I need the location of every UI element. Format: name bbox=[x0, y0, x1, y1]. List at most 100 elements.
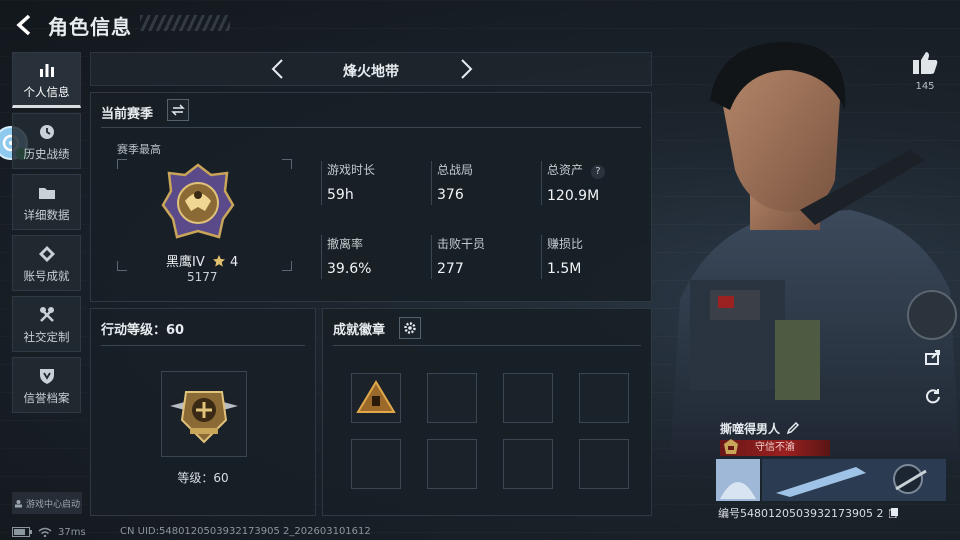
nav-item-achievements[interactable]: 账号成就 bbox=[12, 235, 81, 291]
back-button[interactable] bbox=[12, 12, 38, 38]
achievement-settings-button[interactable] bbox=[399, 317, 421, 339]
achievement-slot[interactable] bbox=[351, 373, 401, 423]
wifi-icon bbox=[38, 527, 52, 537]
shield-icon bbox=[36, 365, 58, 387]
switch-season-button[interactable] bbox=[167, 99, 189, 121]
stat-label: 击败干员 bbox=[437, 237, 486, 251]
player-card-banner bbox=[716, 459, 946, 501]
copy-icon[interactable] bbox=[888, 507, 899, 519]
nav-label: 社交定制 bbox=[23, 329, 70, 344]
share-button[interactable] bbox=[920, 344, 946, 370]
game-center-launch-button[interactable]: 游戏中心启动 bbox=[12, 492, 82, 514]
achievement-slot[interactable] bbox=[427, 439, 477, 489]
side-nav: 个人信息 历史战绩 详细数据 账号成就 社交定制 信誉档案 bbox=[12, 52, 82, 418]
achievement-slot[interactable] bbox=[579, 439, 629, 489]
nav-label: 详细数据 bbox=[23, 207, 70, 222]
stat-value: 39.6% bbox=[327, 261, 372, 277]
action-level-header: 行动等级：60 bbox=[101, 323, 185, 338]
stat-extract-rate: 撤离率 39.6% bbox=[327, 235, 427, 277]
achievement-slot[interactable] bbox=[503, 439, 553, 489]
stat-label: 赚损比 bbox=[547, 237, 584, 251]
divider bbox=[101, 345, 305, 346]
divider bbox=[431, 235, 432, 279]
level-badge-frame bbox=[161, 371, 247, 457]
cn-uid: CN UID:5480120503932173905 2_20260310161… bbox=[120, 526, 371, 537]
player-uid: 编号5480120503932173905 2 bbox=[718, 507, 884, 520]
season-panel: 当前赛季 赛季最高 黑鹰IV 4 5177 游戏时长 59h 总战局 376 总… bbox=[90, 92, 652, 302]
ping-value: 37ms bbox=[58, 526, 86, 538]
season-header: 当前赛季 bbox=[101, 107, 154, 122]
player-name: 撕噬得男人 bbox=[720, 422, 781, 436]
page-title: 角色信息 bbox=[48, 15, 132, 39]
tools-icon bbox=[36, 304, 58, 326]
nav-item-history[interactable]: 历史战绩 bbox=[12, 113, 81, 169]
status-bar: 37ms bbox=[12, 524, 86, 540]
chevron-right-icon bbox=[461, 59, 473, 79]
nav-item-credit-archive[interactable]: 信誉档案 bbox=[12, 357, 81, 413]
mode-next-button[interactable] bbox=[453, 57, 477, 81]
like-count: 145 bbox=[915, 81, 935, 92]
diamond-icon bbox=[36, 243, 58, 265]
gear-icon bbox=[404, 322, 416, 334]
stat-value: 120.9M bbox=[547, 188, 600, 204]
achievement-badge-icon bbox=[356, 380, 396, 413]
nav-item-social-custom[interactable]: 社交定制 bbox=[12, 296, 81, 352]
player-title: 守信不渝 bbox=[755, 442, 795, 453]
divider bbox=[333, 345, 641, 346]
help-icon[interactable]: ? bbox=[590, 165, 605, 179]
top-bar: 角色信息 bbox=[0, 0, 600, 50]
stat-total-assets: 总资产 ? 120.9M bbox=[547, 161, 647, 204]
achievement-slot[interactable] bbox=[427, 373, 477, 423]
rank-badge-icon bbox=[161, 163, 235, 239]
achievement-slot[interactable] bbox=[351, 439, 401, 489]
stat-play-time: 游戏时长 59h bbox=[327, 161, 427, 203]
nav-label: 信誉档案 bbox=[23, 390, 70, 405]
game-center-label: 游戏中心启动 bbox=[25, 499, 80, 510]
stat-label: 总资产 bbox=[547, 163, 584, 177]
level-text: 等级：60 bbox=[177, 471, 229, 485]
player-uid-row: 编号5480120503932173905 2 bbox=[718, 505, 899, 521]
edit-name-button[interactable] bbox=[786, 420, 800, 435]
chevron-left-icon bbox=[16, 14, 31, 36]
stat-value: 376 bbox=[437, 187, 464, 203]
like-button[interactable] bbox=[910, 50, 940, 76]
refresh-button[interactable] bbox=[920, 383, 946, 409]
mode-selector: 烽火地带 bbox=[90, 52, 652, 86]
achievement-slot[interactable] bbox=[503, 373, 553, 423]
action-level-panel: 行动等级：60 等级：60 bbox=[90, 308, 316, 516]
stat-label-row: 总资产 ? bbox=[547, 161, 647, 179]
achievements-panel: 成就徽章 bbox=[322, 308, 652, 516]
nav-label: 账号成就 bbox=[23, 268, 70, 283]
battery-icon bbox=[12, 527, 32, 537]
achievement-slot[interactable] bbox=[579, 373, 629, 423]
achievements-header: 成就徽章 bbox=[333, 323, 386, 338]
frame-corner bbox=[282, 261, 292, 271]
swap-icon bbox=[171, 104, 185, 116]
divider bbox=[541, 161, 542, 205]
nav-item-detailed-data[interactable]: 详细数据 bbox=[12, 174, 81, 230]
stat-total-matches: 总战局 376 bbox=[437, 161, 537, 203]
divider bbox=[321, 235, 322, 279]
mode-title: 烽火地带 bbox=[343, 64, 399, 80]
bar-chart-icon bbox=[36, 59, 58, 81]
frame-corner bbox=[117, 159, 127, 169]
divider bbox=[541, 235, 542, 279]
title-emblem-icon bbox=[724, 439, 738, 454]
stat-operators-defeated: 击败干员 277 bbox=[437, 235, 537, 277]
divider bbox=[321, 161, 322, 205]
stat-value: 1.5M bbox=[547, 261, 582, 277]
rank-stars: 4 bbox=[230, 255, 239, 270]
stat-label: 游戏时长 bbox=[327, 163, 376, 177]
stat-label: 总战局 bbox=[437, 163, 474, 177]
nav-label: 历史战绩 bbox=[23, 146, 70, 161]
season-best-label: 赛季最高 bbox=[117, 143, 161, 156]
nav-label: 个人信息 bbox=[23, 84, 70, 99]
title-decoration bbox=[140, 15, 230, 31]
rank-name-row: 黑鹰IV 4 bbox=[166, 251, 246, 270]
share-icon bbox=[925, 350, 940, 365]
rank-name: 黑鹰IV bbox=[166, 255, 205, 270]
divider bbox=[101, 127, 641, 128]
star-icon bbox=[212, 255, 225, 267]
nav-item-personal-info[interactable]: 个人信息 bbox=[12, 52, 81, 108]
thumbs-up-icon bbox=[913, 52, 938, 74]
